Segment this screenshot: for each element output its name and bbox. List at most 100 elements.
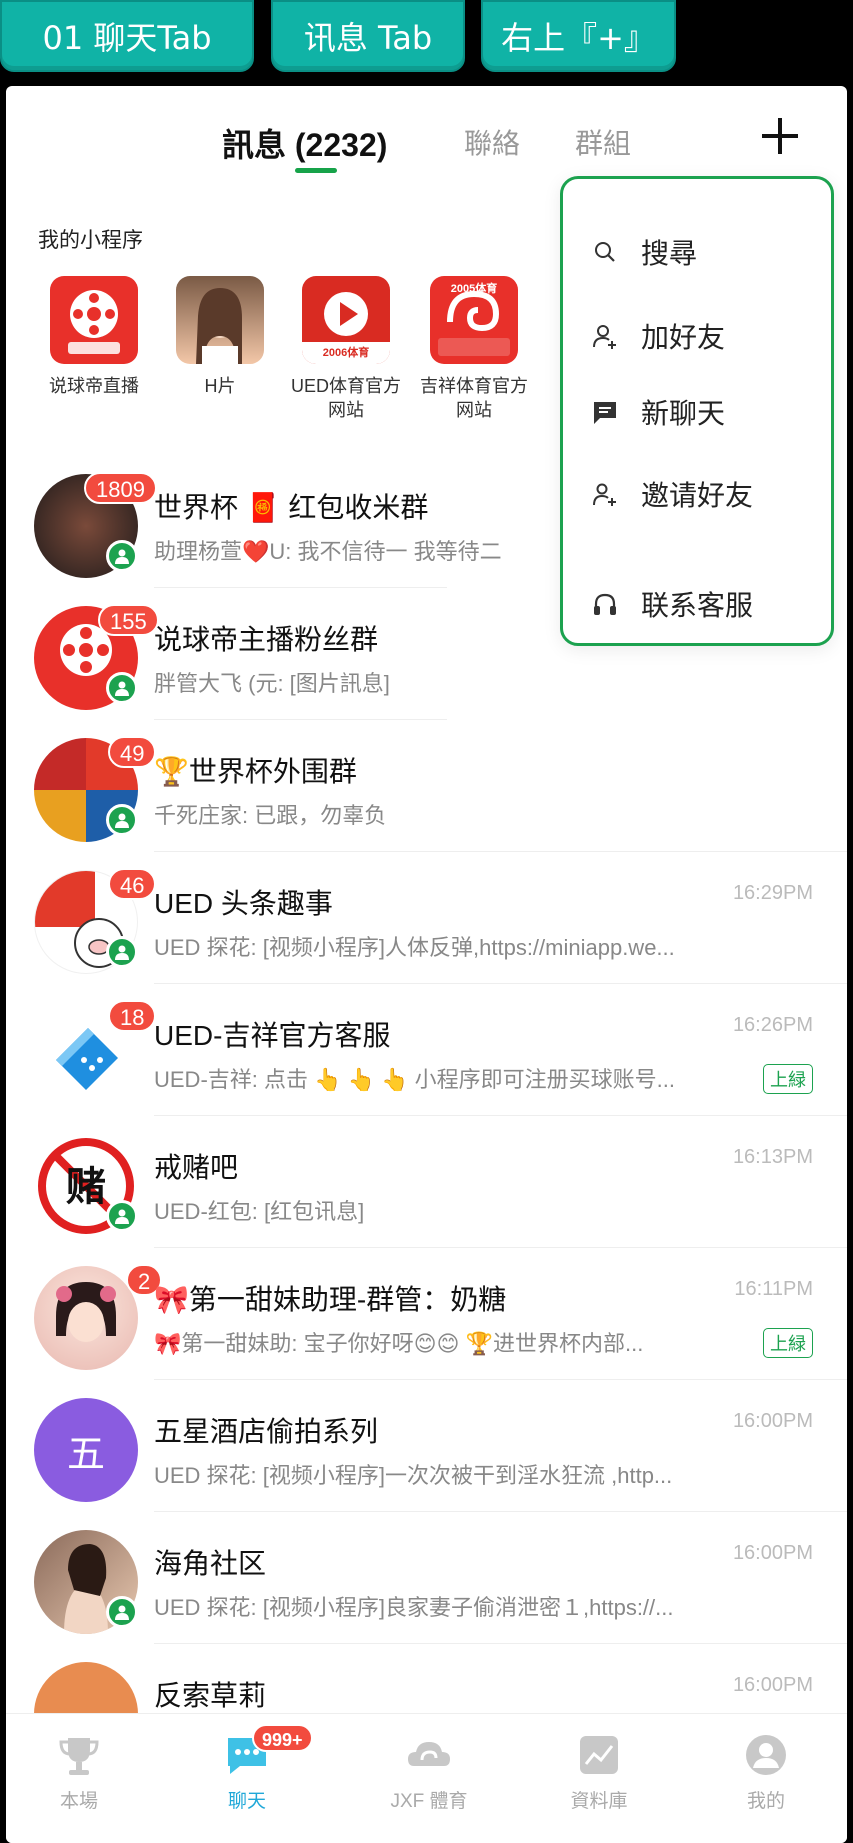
nav-item-jxf-sports[interactable]: JXF 體育 <box>374 1732 484 1813</box>
annotation-plus: 右上『+』 <box>481 0 676 72</box>
chat-time: 16:00PM <box>732 1542 813 1564</box>
chat-row[interactable]: 五 五星酒店偷拍系列 UED 探花: [视频小程序]一次次被干到淫水狂流 ,ht… <box>6 1380 847 1512</box>
plus-popup-menu: 搜尋 加好友 新聊天 邀请好友 联系客服 <box>560 176 834 646</box>
unread-count: 46 <box>108 868 157 900</box>
chat-preview: 千死庄家: 已跟，勿辜负 <box>154 803 387 828</box>
nav-item-home[interactable]: 本場 <box>24 1732 134 1813</box>
chat-time: 16:00PM <box>732 1674 813 1696</box>
chat-row[interactable]: 2 🎀第一甜妹助理-群管：奶糖 🎀第一甜妹助: 宝子你好呀😊😊 🏆进世界杯内部.… <box>6 1248 847 1380</box>
svg-text:赌: 赌 <box>66 1164 106 1210</box>
unread-count: 49 <box>108 736 157 768</box>
profile-icon <box>743 1732 789 1778</box>
tab-messages[interactable]: 訊息 (2232) <box>222 120 387 166</box>
group-icon <box>106 804 138 836</box>
chat-preview: UED-红包: [红包讯息] <box>154 1199 365 1224</box>
plus-icon[interactable] <box>758 114 802 158</box>
nav-item-chat[interactable]: 999+ 聊天 <box>192 1724 313 1813</box>
active-tab-indicator <box>295 168 337 173</box>
chat-time: 16:29PM <box>732 882 813 904</box>
unread-count: 155 <box>98 604 159 636</box>
menu-item-new-chat[interactable]: 新聊天 <box>591 387 725 437</box>
chat-preview: UED 探花: [视频小程序]良家妻子偷消泄密１,https://... <box>154 1595 674 1620</box>
chat-row[interactable]: 49 🏆世界杯外围群 千死庄家: 已跟，勿辜负 <box>6 720 847 852</box>
mini-programs-title: 我的小程序 <box>38 229 143 252</box>
menu-item-label: 新聊天 <box>641 398 726 429</box>
headset-icon <box>594 593 616 615</box>
group-icon <box>106 540 138 572</box>
chat-time: 16:00PM <box>732 1410 813 1432</box>
app-badge-text: 2005体育 <box>450 283 498 295</box>
unread-count: 18 <box>108 1000 157 1032</box>
group-icon <box>106 936 138 968</box>
chat-title: 🏆世界杯外围群 <box>154 756 357 787</box>
mini-app-label: 吉祥体育官方网站 <box>420 376 528 420</box>
menu-item-label: 联系客服 <box>641 590 754 621</box>
nav-label: 資料庫 <box>570 1791 628 1812</box>
nav-label: 聊天 <box>227 1791 266 1812</box>
film-reel-icon <box>50 276 138 364</box>
mini-app-label: H片 <box>204 376 236 396</box>
menu-item-invite-friend[interactable]: 邀请好友 <box>591 469 753 519</box>
chat-preview: 🎀第一甜妹助: 宝子你好呀😊😊 🏆进世界杯内部... <box>154 1331 644 1356</box>
mini-app-hpian[interactable]: H片 <box>160 276 280 398</box>
group-icon <box>106 672 138 704</box>
avatar <box>34 1266 138 1370</box>
chat-title: 海角社区 <box>154 1548 267 1579</box>
chat-preview: UED 探花: [视频小程序]人体反弹,https://miniapp.we..… <box>154 935 675 960</box>
avatar: 五 <box>34 1398 138 1502</box>
cloud-logo-icon <box>406 1732 452 1778</box>
app-badge-text: 2006体育 <box>322 347 370 359</box>
chat-title: 🎀第一甜妹助理-群管：奶糖 <box>154 1284 507 1315</box>
group-icon <box>106 1200 138 1232</box>
chat-row[interactable]: 赌 戒赌吧 UED-红包: [红包讯息] 16:13PM <box>6 1116 847 1248</box>
annotation-chat-tab: 01 聊天Tab <box>0 0 254 72</box>
swirl-icon: 2005体育 <box>430 276 518 364</box>
chat-time: 16:26PM <box>732 1014 813 1036</box>
chat-title: 五星酒店偷拍系列 <box>154 1416 379 1447</box>
chat-preview: UED 探花: [视频小程序]一次次被干到淫水狂流 ,http... <box>154 1463 673 1488</box>
invite-friend-icon <box>593 483 616 506</box>
nav-item-profile[interactable]: 我的 <box>711 1732 821 1813</box>
status-tag: 上緑 <box>763 1064 813 1094</box>
chat-title: 反索草莉 <box>154 1680 267 1711</box>
tab-groups[interactable]: 群組 <box>575 122 631 162</box>
chat-row[interactable]: 46 UED 头条趣事 UED 探花: [视频小程序]人体反弹,https://… <box>6 852 847 984</box>
menu-item-add-friend[interactable]: 加好友 <box>591 311 725 361</box>
mini-app-shuoqiudi[interactable]: 说球帝直播 <box>34 276 154 398</box>
mini-app-jixiang[interactable]: 2005体育 吉祥体育官方网站 <box>414 276 534 422</box>
play-icon: 2006体育 <box>302 276 390 364</box>
chat-title: 世界杯 🧧 红包收米群 <box>154 492 429 523</box>
trophy-icon <box>56 1732 102 1778</box>
chat-time: 16:11PM <box>734 1278 813 1300</box>
chat-icon <box>594 402 616 424</box>
menu-item-label: 加好友 <box>641 322 726 353</box>
unread-count: 1809 <box>84 472 157 504</box>
annotation-message-tab: 讯息 Tab <box>271 0 465 72</box>
phone-screen: 訊息 (2232) 聯絡 群組 我的小程序 说球帝直播 H片 2006体育 UE… <box>6 86 847 1843</box>
chat-title: UED 头条趣事 <box>154 888 333 919</box>
bottom-nav: 本場 999+ 聊天 JXF 體育 資料庫 我的 <box>6 1713 847 1843</box>
menu-item-contact-support[interactable]: 联系客服 <box>591 579 753 629</box>
chat-bubble-icon: 999+ <box>224 1724 313 1778</box>
nav-label: JXF 體育 <box>390 1791 468 1812</box>
menu-item-label: 邀请好友 <box>641 480 754 511</box>
mini-app-label: UED体育官方网站 <box>290 376 401 420</box>
nav-label: 本場 <box>59 1791 98 1812</box>
chat-preview: 胖管大飞 (元: [图片訊息] <box>154 671 390 696</box>
chat-preview: 助理杨萱❤️U: 我不信待一 我等待二 <box>154 539 502 564</box>
chat-row[interactable]: 18 UED-吉祥官方客服 UED-吉祥: 点击 👆 👆 👆 小程序即可注册买球… <box>6 984 847 1116</box>
mini-app-label: 说球帝直播 <box>49 376 139 396</box>
nav-item-database[interactable]: 資料庫 <box>544 1732 654 1813</box>
group-icon <box>106 1596 138 1628</box>
chat-title: UED-吉祥官方客服 <box>154 1020 391 1051</box>
menu-item-label: 搜尋 <box>641 238 698 269</box>
chat-title: 戒赌吧 <box>154 1152 239 1183</box>
chat-title: 说球帝主播粉丝群 <box>154 624 379 655</box>
mini-app-ued[interactable]: 2006体育 UED体育官方网站 <box>286 276 406 422</box>
chart-icon <box>576 1732 622 1778</box>
girl-photo-icon <box>176 276 264 364</box>
menu-item-search[interactable]: 搜尋 <box>591 227 697 277</box>
nav-badge: 999+ <box>252 1724 313 1752</box>
chat-row[interactable]: 海角社区 UED 探花: [视频小程序]良家妻子偷消泄密１,https://..… <box>6 1512 847 1644</box>
tab-contacts[interactable]: 聯絡 <box>464 122 520 162</box>
